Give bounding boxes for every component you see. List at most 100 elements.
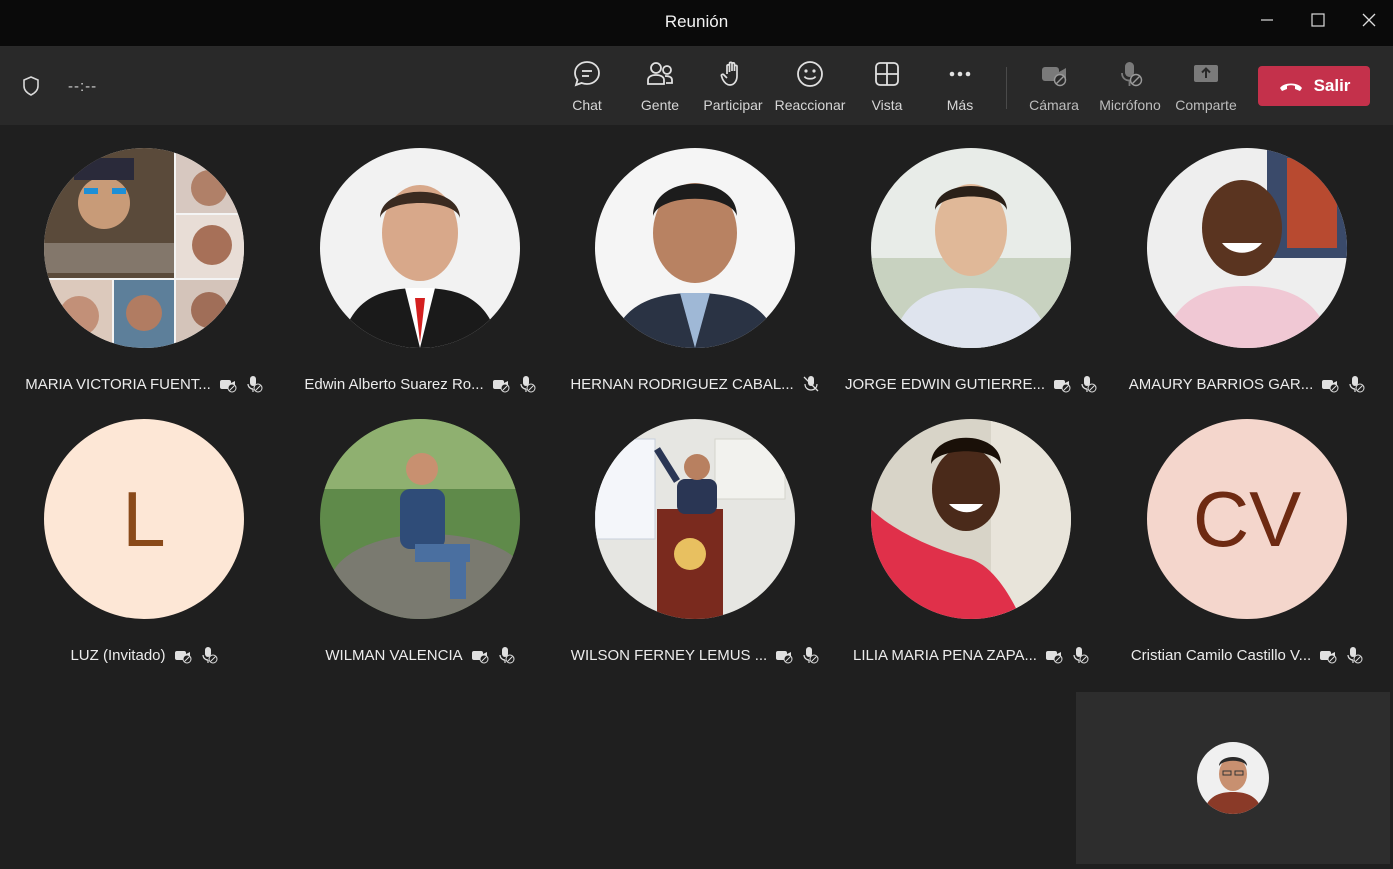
participant-name: HERNAN RODRIGUEZ CABAL... <box>570 375 794 393</box>
participant-avatar <box>871 419 1071 619</box>
mic-off-icon <box>520 376 536 393</box>
participant-initials: CV <box>1192 474 1302 563</box>
maximize-button[interactable] <box>1293 0 1343 40</box>
mic-off-icon <box>803 647 819 664</box>
hand-icon <box>720 61 738 86</box>
leave-label: Salir <box>1313 76 1351 95</box>
self-avatar <box>1197 742 1269 814</box>
participant-name: LILIA MARIA PENA ZAPA... <box>853 646 1037 664</box>
participant-name-row: AMAURY BARRIOS GAR... <box>1109 374 1385 394</box>
close-button[interactable] <box>1344 0 1393 40</box>
react-button[interactable]: Reaccionar <box>770 59 850 115</box>
share-screen-icon <box>1194 65 1218 82</box>
participant-name-row: HERNAN RODRIGUEZ CABAL... <box>557 374 833 394</box>
camera-off-icon <box>174 651 192 664</box>
share-label: Comparte <box>1175 97 1237 113</box>
participant-tile[interactable]: AMAURY BARRIOS GAR... <box>1109 148 1385 418</box>
camera-off-icon <box>492 380 510 393</box>
participant-tile[interactable]: JORGE EDWIN GUTIERRE... <box>833 148 1109 418</box>
participant-name-row: MARIA VICTORIA FUENT... <box>6 374 282 394</box>
mic-off-icon <box>1121 62 1143 87</box>
participant-tile[interactable]: L LUZ (Invitado) <box>6 419 282 689</box>
participant-name: JORGE EDWIN GUTIERRE... <box>844 375 1045 393</box>
meeting-toolbar: --:-- Chat Gente Participar Reaccionar V… <box>0 47 1393 125</box>
mic-off-icon <box>1349 376 1365 393</box>
camera-off-icon <box>1045 651 1063 664</box>
camera-off-icon <box>1042 67 1067 87</box>
camera-off-icon <box>1054 380 1071 393</box>
shield-icon[interactable] <box>20 75 42 97</box>
share-button[interactable]: Comparte <box>1166 59 1246 115</box>
more-label: Más <box>946 97 974 113</box>
participant-tile[interactable]: LILIA MARIA PENA ZAPA... <box>833 419 1109 689</box>
camera-label: Cámara <box>1029 97 1079 113</box>
mic-off-icon <box>1347 647 1363 664</box>
mic-button[interactable]: Micrófono <box>1090 59 1170 115</box>
leave-button[interactable]: Salir <box>1258 66 1370 106</box>
camera-off-icon <box>1322 380 1339 393</box>
participant-name-row: LUZ (Invitado) <box>6 645 282 665</box>
participant-name: MARIA VICTORIA FUENT... <box>25 375 211 393</box>
mic-off-icon <box>1081 376 1097 393</box>
participant-tile[interactable]: MARIA VICTORIA FUENT... <box>6 148 282 418</box>
view-label: Vista <box>871 97 903 113</box>
participant-avatar <box>871 148 1071 348</box>
title-bar: Reunión <box>0 0 1393 47</box>
people-label: Gente <box>640 97 680 113</box>
participant-tile[interactable]: CV Cristian Camilo Castillo V... <box>1109 419 1385 689</box>
camera-button[interactable]: Cámara <box>1014 59 1094 115</box>
participant-avatar: L <box>44 419 244 619</box>
mic-off-icon <box>201 647 218 664</box>
mic-label: Micrófono <box>1099 97 1161 113</box>
react-label: Reaccionar <box>774 97 846 113</box>
participant-name: WILMAN VALENCIA <box>325 646 463 664</box>
meeting-timer: --:-- <box>68 78 98 95</box>
camera-off-icon <box>1320 651 1337 664</box>
chat-button[interactable]: Chat <box>547 59 627 115</box>
participant-avatar: CV <box>1147 419 1347 619</box>
participant-name: LUZ (Invitado) <box>70 646 166 664</box>
participant-name-row: Edwin Alberto Suarez Ro... <box>282 374 558 394</box>
participant-name: AMAURY BARRIOS GAR... <box>1128 375 1314 393</box>
participant-name-row: LILIA MARIA PENA ZAPA... <box>833 645 1109 665</box>
participant-avatar <box>1147 148 1347 348</box>
camera-off-icon <box>776 651 793 664</box>
participant-tile[interactable]: HERNAN RODRIGUEZ CABAL... <box>557 148 833 418</box>
minimize-icon <box>1261 19 1273 21</box>
participant-name-row: JORGE EDWIN GUTIERRE... <box>833 374 1109 394</box>
participant-avatar <box>320 148 520 348</box>
participant-tile[interactable]: Edwin Alberto Suarez Ro... <box>282 148 558 418</box>
participant-avatar <box>595 419 795 619</box>
chat-icon <box>574 61 600 87</box>
toolbar-divider <box>1006 67 1007 109</box>
window-title: Reunión <box>664 12 729 31</box>
participant-name-row: WILMAN VALENCIA <box>282 645 558 665</box>
hang-up-icon <box>1279 83 1302 91</box>
minimize-button[interactable] <box>1242 0 1292 40</box>
participant-name: Cristian Camilo Castillo V... <box>1130 646 1312 664</box>
view-button[interactable]: Vista <box>847 59 927 115</box>
more-button[interactable]: Más <box>920 59 1000 115</box>
participant-avatar <box>595 148 795 348</box>
chat-label: Chat <box>572 97 602 113</box>
maximize-icon <box>1311 13 1325 27</box>
mic-muted-icon <box>803 376 819 392</box>
people-button[interactable]: Gente <box>620 59 700 115</box>
close-icon <box>1362 13 1376 27</box>
grid-view-icon <box>875 62 899 86</box>
people-icon <box>647 62 673 85</box>
mic-off-icon <box>1073 647 1089 664</box>
raise-hand-button[interactable]: Participar <box>693 59 773 115</box>
camera-off-icon <box>219 380 237 393</box>
participant-tile[interactable]: WILMAN VALENCIA <box>282 419 558 689</box>
participant-name-row: Cristian Camilo Castillo V... <box>1109 645 1385 665</box>
participant-tile[interactable]: WILSON FERNEY LEMUS ... <box>557 419 833 689</box>
participant-initials: L <box>122 474 166 563</box>
participant-name-row: WILSON FERNEY LEMUS ... <box>557 645 833 665</box>
mic-off-icon <box>499 647 515 664</box>
participant-avatar <box>44 148 244 348</box>
participant-avatar <box>320 419 520 619</box>
more-dots-icon <box>949 71 971 77</box>
self-view[interactable] <box>1076 692 1390 864</box>
camera-off-icon <box>471 651 489 664</box>
